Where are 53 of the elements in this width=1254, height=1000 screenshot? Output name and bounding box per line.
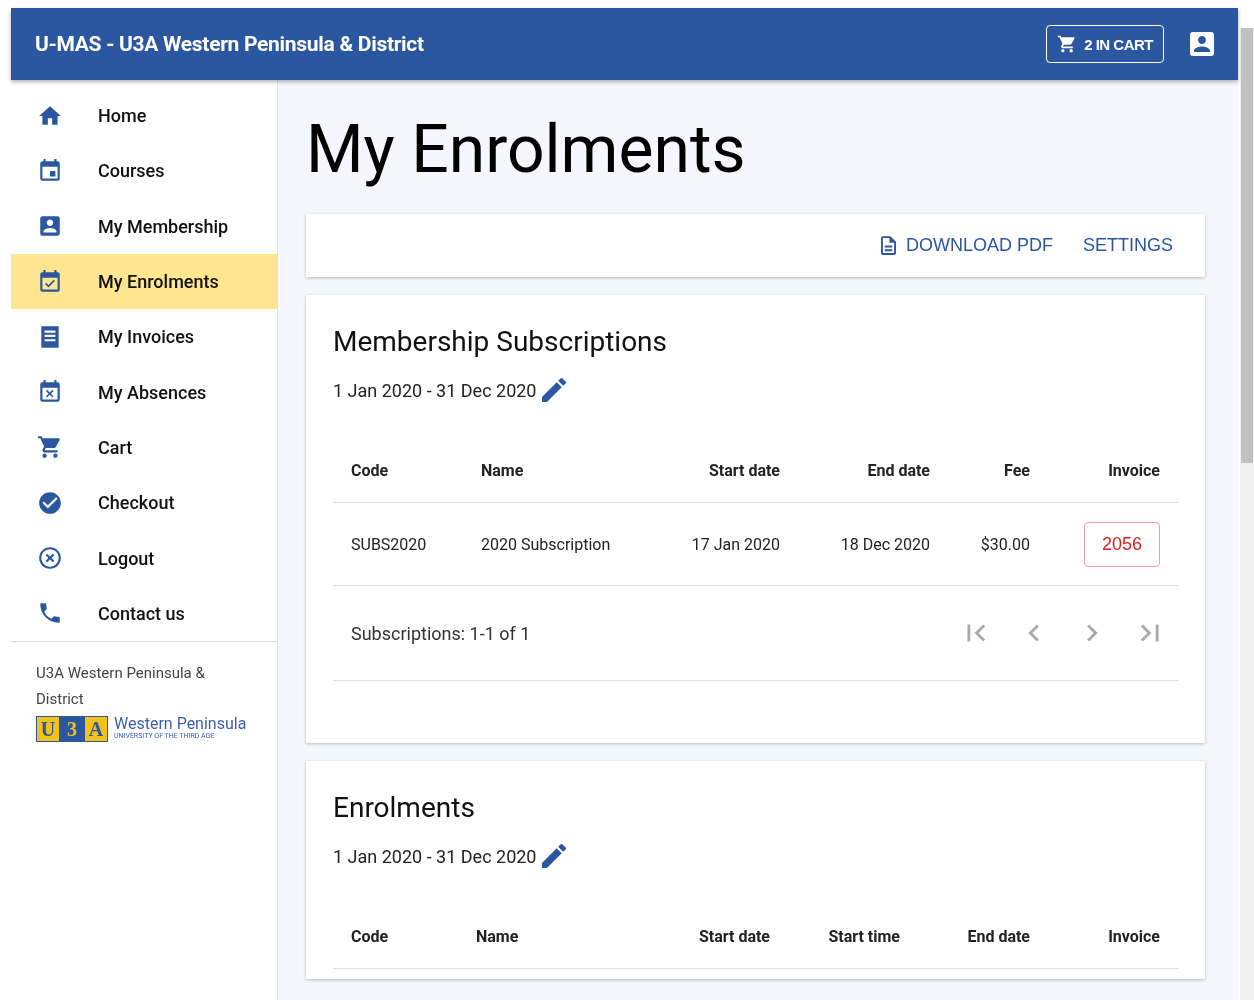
last-page-icon[interactable] xyxy=(1140,623,1160,643)
column-header: End date xyxy=(966,926,1030,946)
nav-item[interactable]: My Absences xyxy=(11,364,277,420)
account-icon[interactable] xyxy=(1190,32,1214,56)
logo-letter: A xyxy=(84,715,108,742)
edit-icon[interactable] xyxy=(542,844,567,868)
page-title: My Enrolments xyxy=(306,110,747,190)
table-cell-text: 2020 Subscription xyxy=(481,534,612,554)
nav-item[interactable]: My Invoices xyxy=(11,309,277,365)
column-header: Start time xyxy=(827,926,900,946)
nav-item[interactable]: My Enrolments xyxy=(11,253,277,310)
nav-item[interactable]: Cart xyxy=(11,419,277,476)
cart-button[interactable]: 2 IN CART xyxy=(1046,25,1164,63)
section-title: Enrolments xyxy=(333,791,476,824)
table-cell-text: 18 Dec 2020 xyxy=(839,534,930,554)
nav-item[interactable]: Courses xyxy=(11,143,277,199)
settings-button[interactable]: SETTINGS xyxy=(1075,229,1181,262)
calendar-icon xyxy=(37,157,63,184)
column-header: Start date xyxy=(707,460,780,480)
nav-item[interactable]: My Membership xyxy=(11,198,277,254)
scrollbar[interactable] xyxy=(1240,28,1254,1000)
table-cell-text: 17 Jan 2020 xyxy=(690,534,780,554)
nav-item[interactable]: Checkout xyxy=(11,475,277,531)
organization-name: U3A Western Peninsula & District xyxy=(36,662,206,710)
logo-letter: U xyxy=(36,715,60,742)
column-header: Fee xyxy=(1003,460,1030,480)
cart-icon xyxy=(37,434,63,461)
date-range: 1 Jan 2020 - 31 Dec 2020 xyxy=(333,845,537,867)
column-header: Start date xyxy=(697,926,770,946)
section-title: Membership Subscriptions xyxy=(333,325,669,358)
logo-name: Western Peninsula xyxy=(114,716,247,733)
app-title: U-MAS - U3A Western Peninsula & District xyxy=(35,32,425,56)
date-range: 1 Jan 2020 - 31 Dec 2020 xyxy=(333,379,537,401)
column-header: End date xyxy=(866,460,930,480)
column-header: Invoice xyxy=(1107,926,1160,946)
nav-item[interactable]: Logout xyxy=(11,530,277,586)
nav-item[interactable]: Contact us xyxy=(11,585,277,641)
table-cell-text: $30.00 xyxy=(979,534,1030,554)
document-icon xyxy=(880,236,896,255)
invoice-button[interactable]: 2056 xyxy=(1084,521,1160,567)
column-header: Code xyxy=(351,926,390,946)
first-page-icon[interactable] xyxy=(966,623,986,643)
table-cell-text: SUBS2020 xyxy=(351,534,428,554)
logo-letter: 3 xyxy=(60,715,84,742)
nav-item[interactable]: Home xyxy=(11,88,277,144)
pagination-summary: Subscriptions: 1-1 of 1 xyxy=(351,622,531,644)
calendar-check-icon xyxy=(37,268,63,295)
column-header: Invoice xyxy=(1107,460,1160,480)
column-header: Code xyxy=(351,460,390,480)
edit-icon[interactable] xyxy=(542,378,567,402)
column-header: Name xyxy=(481,460,525,480)
download-pdf-button[interactable]: DOWNLOAD PDF xyxy=(872,229,1061,262)
column-header: Name xyxy=(476,926,520,946)
